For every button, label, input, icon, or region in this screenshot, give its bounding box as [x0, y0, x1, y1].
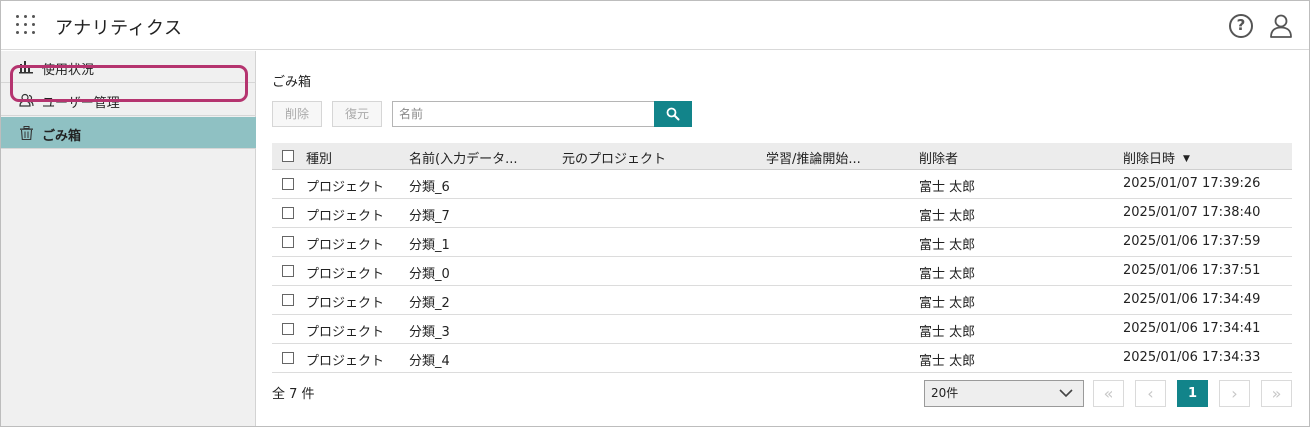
- last-page-button[interactable]: »: [1261, 380, 1292, 407]
- table-row[interactable]: プロジェクト 分類_3 富士 太郎 2025/01/06 17:34:41: [272, 315, 1292, 344]
- table-header: 種別 名前(入力データ... 元のプロジェクト 学習/推論開始... 削除者 削…: [272, 143, 1292, 170]
- column-header-source-project[interactable]: 元のプロジェクト: [562, 148, 666, 167]
- sidebar-item-user-management[interactable]: ユーザー管理: [1, 84, 256, 116]
- column-header-name[interactable]: 名前(入力データ...: [409, 148, 517, 167]
- cell-deleted-by: 富士 太郎: [919, 267, 976, 282]
- app-title: アナリティクス: [55, 18, 183, 39]
- cell-deleted-at: 2025/01/06 17:37:51: [1123, 263, 1261, 278]
- table-row[interactable]: プロジェクト 分類_7 富士 太郎 2025/01/07 17:38:40: [272, 199, 1292, 228]
- table-row[interactable]: プロジェクト 分類_1 富士 太郎 2025/01/06 17:37:59: [272, 228, 1292, 257]
- column-header-type[interactable]: 種別: [306, 148, 332, 167]
- cell-deleted-at: 2025/01/06 17:34:49: [1123, 292, 1261, 307]
- top-bar: アナリティクス ?: [1, 1, 1309, 50]
- cell-name: 分類_0: [409, 267, 450, 282]
- cell-name: 分類_7: [409, 209, 450, 224]
- cell-deleted-at: 2025/01/06 17:37:59: [1123, 234, 1261, 249]
- cell-type: プロジェクト: [306, 325, 385, 340]
- search-input[interactable]: [392, 101, 654, 127]
- cell-type: プロジェクト: [306, 296, 385, 311]
- sidebar-item-label: ごみ箱: [42, 129, 82, 144]
- page-button-current[interactable]: 1: [1177, 380, 1208, 407]
- sidebar-item-label: 使用状況: [42, 63, 95, 78]
- column-header-deleted-at[interactable]: 削除日時 ▼: [1123, 148, 1190, 167]
- user-icon[interactable]: [1269, 13, 1293, 39]
- chevron-down-icon: [1059, 389, 1073, 398]
- page-size-select[interactable]: 20件: [924, 380, 1084, 407]
- row-checkbox[interactable]: [282, 178, 294, 190]
- page-size-value: 20件: [931, 386, 959, 400]
- cell-deleted-by: 富士 太郎: [919, 180, 976, 195]
- prev-page-button[interactable]: ‹: [1135, 380, 1166, 407]
- total-count: 全 7 件: [272, 387, 315, 402]
- row-checkbox[interactable]: [282, 294, 294, 306]
- column-header-started[interactable]: 学習/推論開始...: [766, 148, 861, 167]
- table-row[interactable]: プロジェクト 分類_0 富士 太郎 2025/01/06 17:37:51: [272, 257, 1292, 286]
- first-page-button[interactable]: «: [1093, 380, 1124, 407]
- cell-deleted-at: 2025/01/06 17:34:41: [1123, 321, 1261, 336]
- cell-deleted-at: 2025/01/07 17:38:40: [1123, 205, 1261, 220]
- cell-deleted-by: 富士 太郎: [919, 296, 976, 311]
- cell-type: プロジェクト: [306, 267, 385, 282]
- cell-deleted-by: 富士 太郎: [919, 238, 976, 253]
- delete-button[interactable]: 削除: [272, 101, 322, 127]
- cell-name: 分類_6: [409, 180, 450, 195]
- restore-button[interactable]: 復元: [332, 101, 382, 127]
- row-checkbox[interactable]: [282, 207, 294, 219]
- cell-type: プロジェクト: [306, 238, 385, 253]
- trash-icon: [20, 126, 33, 140]
- row-checkbox[interactable]: [282, 323, 294, 335]
- users-icon: [19, 93, 34, 107]
- sidebar: 使用状況 ユーザー管理 ごみ箱: [1, 51, 256, 426]
- search-icon: [666, 107, 680, 121]
- cell-name: 分類_4: [409, 354, 450, 369]
- cell-type: プロジェクト: [306, 354, 385, 369]
- sidebar-item-trash[interactable]: ごみ箱: [1, 117, 256, 149]
- cell-type: プロジェクト: [306, 180, 385, 195]
- next-page-button[interactable]: ›: [1219, 380, 1250, 407]
- cell-deleted-at: 2025/01/07 17:39:26: [1123, 176, 1261, 191]
- cell-deleted-by: 富士 太郎: [919, 354, 976, 369]
- table-row[interactable]: プロジェクト 分類_4 富士 太郎 2025/01/06 17:34:33: [272, 344, 1292, 373]
- column-header-label: 削除日時: [1123, 152, 1176, 167]
- cell-type: プロジェクト: [306, 209, 385, 224]
- sort-desc-icon: ▼: [1183, 154, 1190, 164]
- sidebar-item-usage[interactable]: 使用状況: [1, 51, 256, 83]
- bar-chart-icon: [19, 61, 33, 74]
- cell-deleted-by: 富士 太郎: [919, 209, 976, 224]
- sidebar-item-label: ユーザー管理: [42, 96, 120, 111]
- search-button[interactable]: [654, 101, 692, 127]
- row-checkbox[interactable]: [282, 352, 294, 364]
- cell-name: 分類_2: [409, 296, 450, 311]
- page-title: ごみ箱: [272, 75, 312, 90]
- column-header-deleted-by[interactable]: 削除者: [919, 148, 958, 167]
- cell-name: 分類_1: [409, 238, 450, 253]
- table-row[interactable]: プロジェクト 分類_6 富士 太郎 2025/01/07 17:39:26: [272, 170, 1292, 199]
- cell-name: 分類_3: [409, 325, 450, 340]
- cell-deleted-by: 富士 太郎: [919, 325, 976, 340]
- table-row[interactable]: プロジェクト 分類_2 富士 太郎 2025/01/06 17:34:49: [272, 286, 1292, 315]
- apps-grid-icon[interactable]: [16, 15, 38, 37]
- select-all-checkbox[interactable]: [282, 150, 294, 162]
- help-circle-icon[interactable]: ?: [1229, 14, 1253, 38]
- row-checkbox[interactable]: [282, 265, 294, 277]
- cell-deleted-at: 2025/01/06 17:34:33: [1123, 350, 1261, 365]
- row-checkbox[interactable]: [282, 236, 294, 248]
